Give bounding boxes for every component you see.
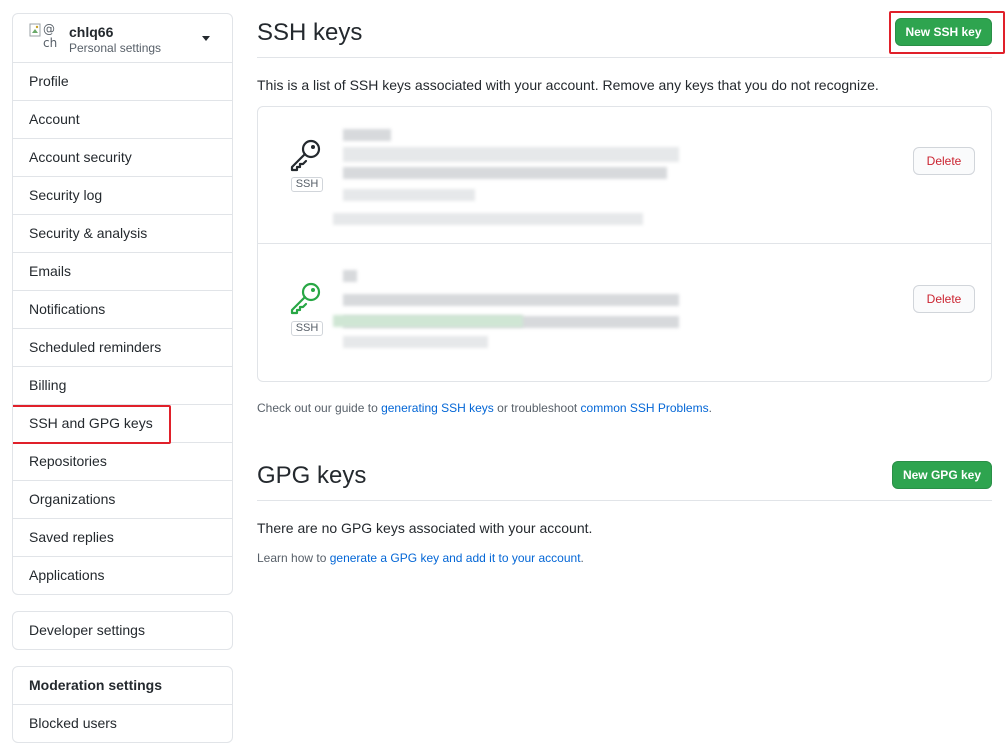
divider xyxy=(257,500,992,501)
ssh-guide-text: Check out our guide to generating SSH ke… xyxy=(257,401,712,415)
ssh-keys-list: SSH Delete SSH Delete xyxy=(257,106,992,382)
redacted-key-info xyxy=(343,167,667,179)
sidebar-item-repositories[interactable]: Repositories xyxy=(13,443,232,481)
learn-prefix: Learn how to xyxy=(257,551,330,565)
redacted-key-info xyxy=(343,129,391,141)
list-item: SSH Delete xyxy=(258,107,991,244)
sidebar-item-scheduled-reminders[interactable]: Scheduled reminders xyxy=(13,329,232,367)
sidebar-item-notifications[interactable]: Notifications xyxy=(13,291,232,329)
sidebar-item-security-analysis[interactable]: Security & analysis xyxy=(13,215,232,253)
generate-gpg-key-link[interactable]: generate a GPG key and add it to your ac… xyxy=(330,551,581,565)
sidebar-item-saved-replies[interactable]: Saved replies xyxy=(13,519,232,557)
moderation-settings-box: Moderation settings Blocked users xyxy=(12,666,233,743)
ssh-keys-title: SSH keys xyxy=(257,19,363,46)
ssh-badge: SSH xyxy=(291,177,323,192)
guide-prefix: Check out our guide to xyxy=(257,401,382,415)
gpg-keys-title: GPG keys xyxy=(257,462,367,489)
avatar: @ ch xyxy=(29,23,59,53)
redacted-key-info xyxy=(343,147,679,162)
sidebar-item-security-log[interactable]: Security log xyxy=(13,177,232,215)
sidebar-item-blocked-users[interactable]: Blocked users xyxy=(13,705,232,742)
redacted-key-info xyxy=(333,213,643,225)
key-icon xyxy=(290,282,321,315)
sidebar-item-emails[interactable]: Emails xyxy=(13,253,232,291)
list-item: SSH Delete xyxy=(258,244,991,381)
sidebar-item-profile[interactable]: Profile xyxy=(13,63,232,101)
new-gpg-key-button[interactable]: New GPG key xyxy=(892,461,992,489)
sidebar-item-organizations[interactable]: Organizations xyxy=(13,481,232,519)
guide-middle: or troubleshoot xyxy=(493,401,581,415)
divider xyxy=(257,57,992,58)
delete-key-button[interactable]: Delete xyxy=(913,285,975,313)
personal-settings-subtitle: Personal settings xyxy=(69,41,162,55)
chevron-down-icon[interactable] xyxy=(202,36,210,41)
key-icon xyxy=(290,139,321,172)
sidebar-item-developer-settings[interactable]: Developer settings xyxy=(13,612,232,649)
ssh-badge: SSH xyxy=(291,321,323,336)
sidebar-item-account-security[interactable]: Account security xyxy=(13,139,232,177)
redacted-key-info xyxy=(343,294,679,306)
sidebar-item-applications[interactable]: Applications xyxy=(13,557,232,594)
redacted-key-info xyxy=(333,315,523,327)
annotation-highlight xyxy=(889,11,1005,54)
gpg-learn-text: Learn how to generate a GPG key and add … xyxy=(257,551,584,565)
developer-settings-box: Developer settings xyxy=(12,611,233,650)
settings-sidebar: @ ch chlq66 Personal settings Profile Ac… xyxy=(12,13,233,595)
guide-suffix: . xyxy=(708,401,712,415)
redacted-key-info xyxy=(343,270,357,282)
avatar-alt-text-2: ch xyxy=(43,36,58,50)
sidebar-item-billing[interactable]: Billing xyxy=(13,367,232,405)
delete-key-button[interactable]: Delete xyxy=(913,147,975,175)
learn-suffix: . xyxy=(580,551,584,565)
common-ssh-problems-link[interactable]: common SSH Problems xyxy=(581,401,709,415)
broken-image-icon xyxy=(29,23,41,37)
user-switcher[interactable]: @ ch chlq66 Personal settings xyxy=(13,14,232,63)
redacted-key-info xyxy=(343,336,488,348)
sidebar-item-account[interactable]: Account xyxy=(13,101,232,139)
username: chlq66 xyxy=(69,24,114,40)
avatar-alt-text-1: @ xyxy=(43,22,55,36)
moderation-settings-heading: Moderation settings xyxy=(13,667,232,705)
generating-ssh-keys-link[interactable]: generating SSH keys xyxy=(381,401,494,415)
sidebar-item-ssh-gpg-keys[interactable]: SSH and GPG keys xyxy=(13,405,232,444)
ssh-description: This is a list of SSH keys associated wi… xyxy=(257,77,879,93)
gpg-empty-text: There are no GPG keys associated with yo… xyxy=(257,520,593,536)
redacted-key-info xyxy=(343,189,475,201)
